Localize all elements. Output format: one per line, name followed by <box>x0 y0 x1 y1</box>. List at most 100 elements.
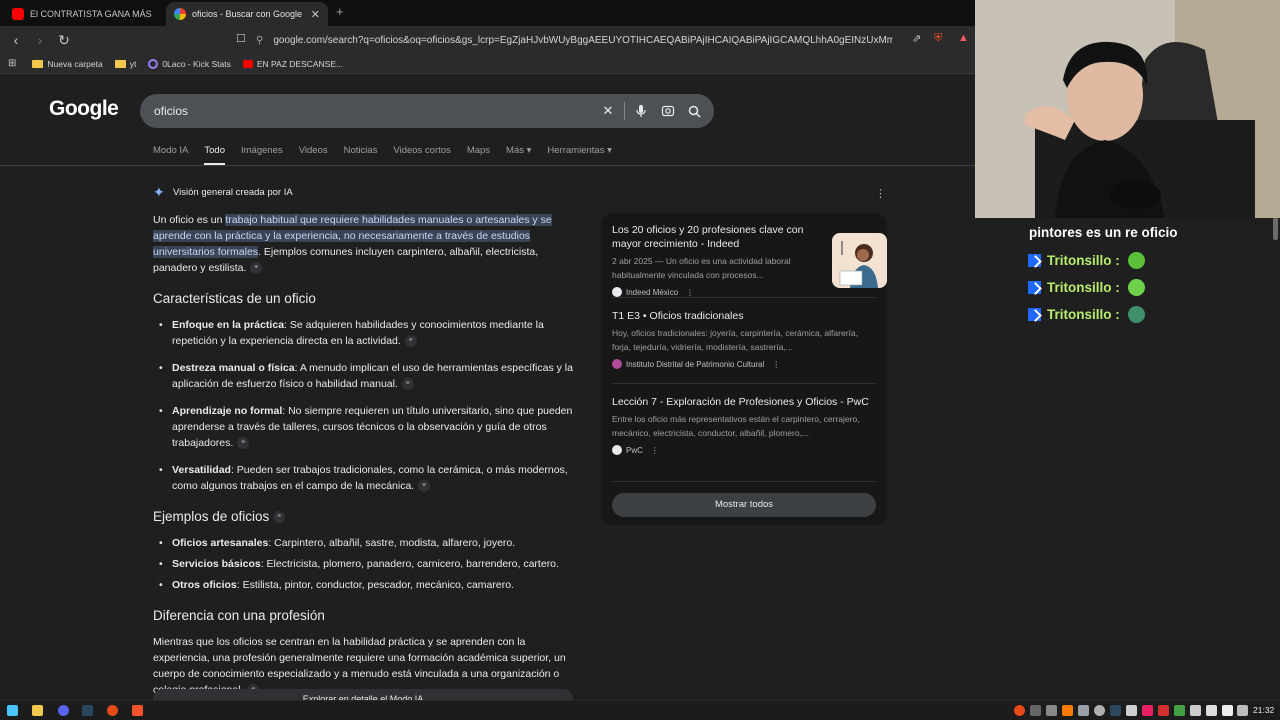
more-options-icon[interactable]: ⋮ <box>651 446 659 455</box>
tray-steam-icon[interactable] <box>1110 705 1121 716</box>
new-tab-button[interactable]: + <box>336 4 344 19</box>
tray-app-icon[interactable] <box>1014 705 1025 716</box>
tray-app-icon[interactable] <box>1142 705 1153 716</box>
more-options-icon[interactable]: ⋮ <box>875 187 886 200</box>
back-icon[interactable]: ‹ <box>6 30 26 50</box>
item-term: Oficios artesanales <box>172 537 269 549</box>
windows-start-icon[interactable] <box>7 705 18 716</box>
browser-window: El CONTRATISTA GANA MÁS #agente oficios … <box>0 0 975 700</box>
section-title: Ejemplos de oficios ⚭ <box>153 508 577 526</box>
lens-camera-icon[interactable] <box>660 103 676 119</box>
item-term: Versatilidad <box>172 464 231 476</box>
source-title[interactable]: Lección 7 - Exploración de Profesiones y… <box>612 395 878 409</box>
tab-imagenes[interactable]: Imágenes <box>241 145 283 165</box>
link-icon[interactable]: ⚭ <box>404 335 417 348</box>
browser-tab-google[interactable]: oficios - Buscar con Google ✕ <box>166 2 328 26</box>
brave-browser-icon[interactable] <box>132 705 143 716</box>
bookmark-nueva-carpeta[interactable]: Nueva carpeta <box>32 59 103 69</box>
chevron-down-icon: ▾ <box>526 145 532 156</box>
tray-app-icon[interactable] <box>1094 705 1105 716</box>
search-box[interactable]: ✕ <box>140 94 714 128</box>
list-item: Versatilidad: Pueden ser trabajos tradic… <box>153 462 577 494</box>
close-icon[interactable]: ✕ <box>311 8 320 21</box>
tray-app-icon[interactable] <box>1062 705 1073 716</box>
tabs-divider <box>0 165 975 166</box>
divider <box>612 297 876 298</box>
tray-app-icon[interactable] <box>1030 705 1041 716</box>
brave-shield-icon[interactable]: ⛨ <box>934 32 942 45</box>
list-item: Destreza manual o física: A menudo impli… <box>153 360 577 392</box>
scrollbar[interactable] <box>1273 218 1278 240</box>
tab-todo[interactable]: Todo <box>204 145 225 165</box>
chat-message: Tritonsillo : <box>1028 306 1145 323</box>
link-icon[interactable]: ⚭ <box>250 262 263 275</box>
brave-rewards-icon[interactable]: ▲ <box>958 32 969 44</box>
search-icon[interactable] <box>686 103 702 119</box>
more-options-icon[interactable]: ⋮ <box>772 360 780 369</box>
chat-username[interactable]: Tritonsillo : <box>1047 307 1120 322</box>
list-item: Oficios artesanales: Carpintero, albañil… <box>153 535 577 551</box>
tab-noticias[interactable]: Noticias <box>344 145 378 165</box>
volume-icon[interactable] <box>1222 705 1233 716</box>
link-icon[interactable]: ⚭ <box>237 437 250 450</box>
show-all-button[interactable]: Mostrar todos <box>612 493 876 517</box>
google-icon <box>174 8 186 20</box>
discord-icon[interactable] <box>58 705 69 716</box>
source-site: Instituto Distrital de Patrimonio Cultur… <box>626 359 765 369</box>
bookmark-icon[interactable]: ☐ <box>236 32 246 45</box>
address-bar[interactable]: ⚲ google.com/search?q=oficios&oq=oficios… <box>256 29 956 51</box>
tab-mas[interactable]: Más ▾ <box>506 145 531 165</box>
clear-icon[interactable]: ✕ <box>600 103 616 119</box>
network-icon[interactable] <box>1206 705 1217 716</box>
link-icon[interactable]: ⚭ <box>418 480 431 493</box>
apps-grid-icon[interactable]: ⊞ <box>8 58 16 69</box>
source-thumbnail[interactable] <box>832 233 887 288</box>
share-icon[interactable]: ⇗ <box>912 32 921 45</box>
clock[interactable]: 21:32 <box>1253 705 1274 715</box>
bookmark-kick-stats[interactable]: 0Laco - Kick Stats <box>148 58 231 69</box>
item-text: : Pueden ser trabajos tradicionales, com… <box>172 464 568 492</box>
browser-tab-youtube[interactable]: El CONTRATISTA GANA MÁS #agente <box>4 2 162 26</box>
tab-videos[interactable]: Videos <box>299 145 328 165</box>
chat-username[interactable]: Tritonsillo : <box>1047 280 1120 295</box>
more-options-icon[interactable]: ⋮ <box>686 288 694 297</box>
search-input[interactable] <box>154 104 594 118</box>
site-info-icon[interactable]: ⚲ <box>256 35 263 46</box>
tab-herramientas[interactable]: Herramientas ▾ <box>547 145 611 165</box>
source-card[interactable]: T1 E3 • Oficios tradicionales Hoy, ofici… <box>612 309 878 369</box>
tray-app-icon[interactable] <box>1174 705 1185 716</box>
chat-username[interactable]: Tritonsillo : <box>1047 253 1120 268</box>
file-explorer-icon[interactable] <box>32 705 43 716</box>
tab-modo-ia[interactable]: Modo IA <box>153 145 188 165</box>
source-title[interactable]: T1 E3 • Oficios tradicionales <box>612 309 878 323</box>
source-title[interactable]: Los 20 oficios y 20 profesiones clave co… <box>612 223 810 251</box>
idpc-icon <box>612 359 622 369</box>
google-logo[interactable]: Google <box>49 97 119 121</box>
tab-maps[interactable]: Maps <box>467 145 490 165</box>
tray-app-icon[interactable] <box>1078 705 1089 716</box>
tab-videos-cortos[interactable]: Videos cortos <box>393 145 450 165</box>
tray-app-icon[interactable] <box>1046 705 1057 716</box>
source-card[interactable]: Lección 7 - Exploración de Profesiones y… <box>612 395 878 455</box>
forward-icon[interactable]: › <box>30 30 50 50</box>
pepe-emote-icon <box>1127 306 1145 323</box>
bookmark-en-paz[interactable]: EN PAZ DESCANSE... <box>242 59 343 69</box>
ai-intro-paragraph: Un oficio es un trabajo habitual que req… <box>153 212 577 276</box>
link-icon[interactable]: ⚭ <box>273 511 286 524</box>
notification-icon[interactable] <box>1237 705 1248 716</box>
microphone-icon[interactable] <box>633 103 649 119</box>
obs-icon[interactable] <box>107 705 118 716</box>
explore-ai-mode-button[interactable]: Explorar en detalle el Modo IA <box>153 689 573 700</box>
indeed-icon <box>612 287 622 297</box>
tray-app-icon[interactable] <box>1158 705 1169 716</box>
bookmark-yt[interactable]: yt <box>114 59 136 69</box>
link-icon[interactable]: ⚭ <box>401 378 414 391</box>
source-card[interactable]: Los 20 oficios y 20 profesiones clave co… <box>612 223 887 297</box>
chevron-down-icon: ▾ <box>607 145 612 156</box>
streamer-image <box>975 0 1280 218</box>
chat-message: Tritonsillo : <box>1028 252 1145 269</box>
reload-icon[interactable]: ↻ <box>54 30 74 50</box>
steam-icon[interactable] <box>82 705 93 716</box>
tray-app-icon[interactable] <box>1190 705 1201 716</box>
tray-app-icon[interactable] <box>1126 705 1137 716</box>
